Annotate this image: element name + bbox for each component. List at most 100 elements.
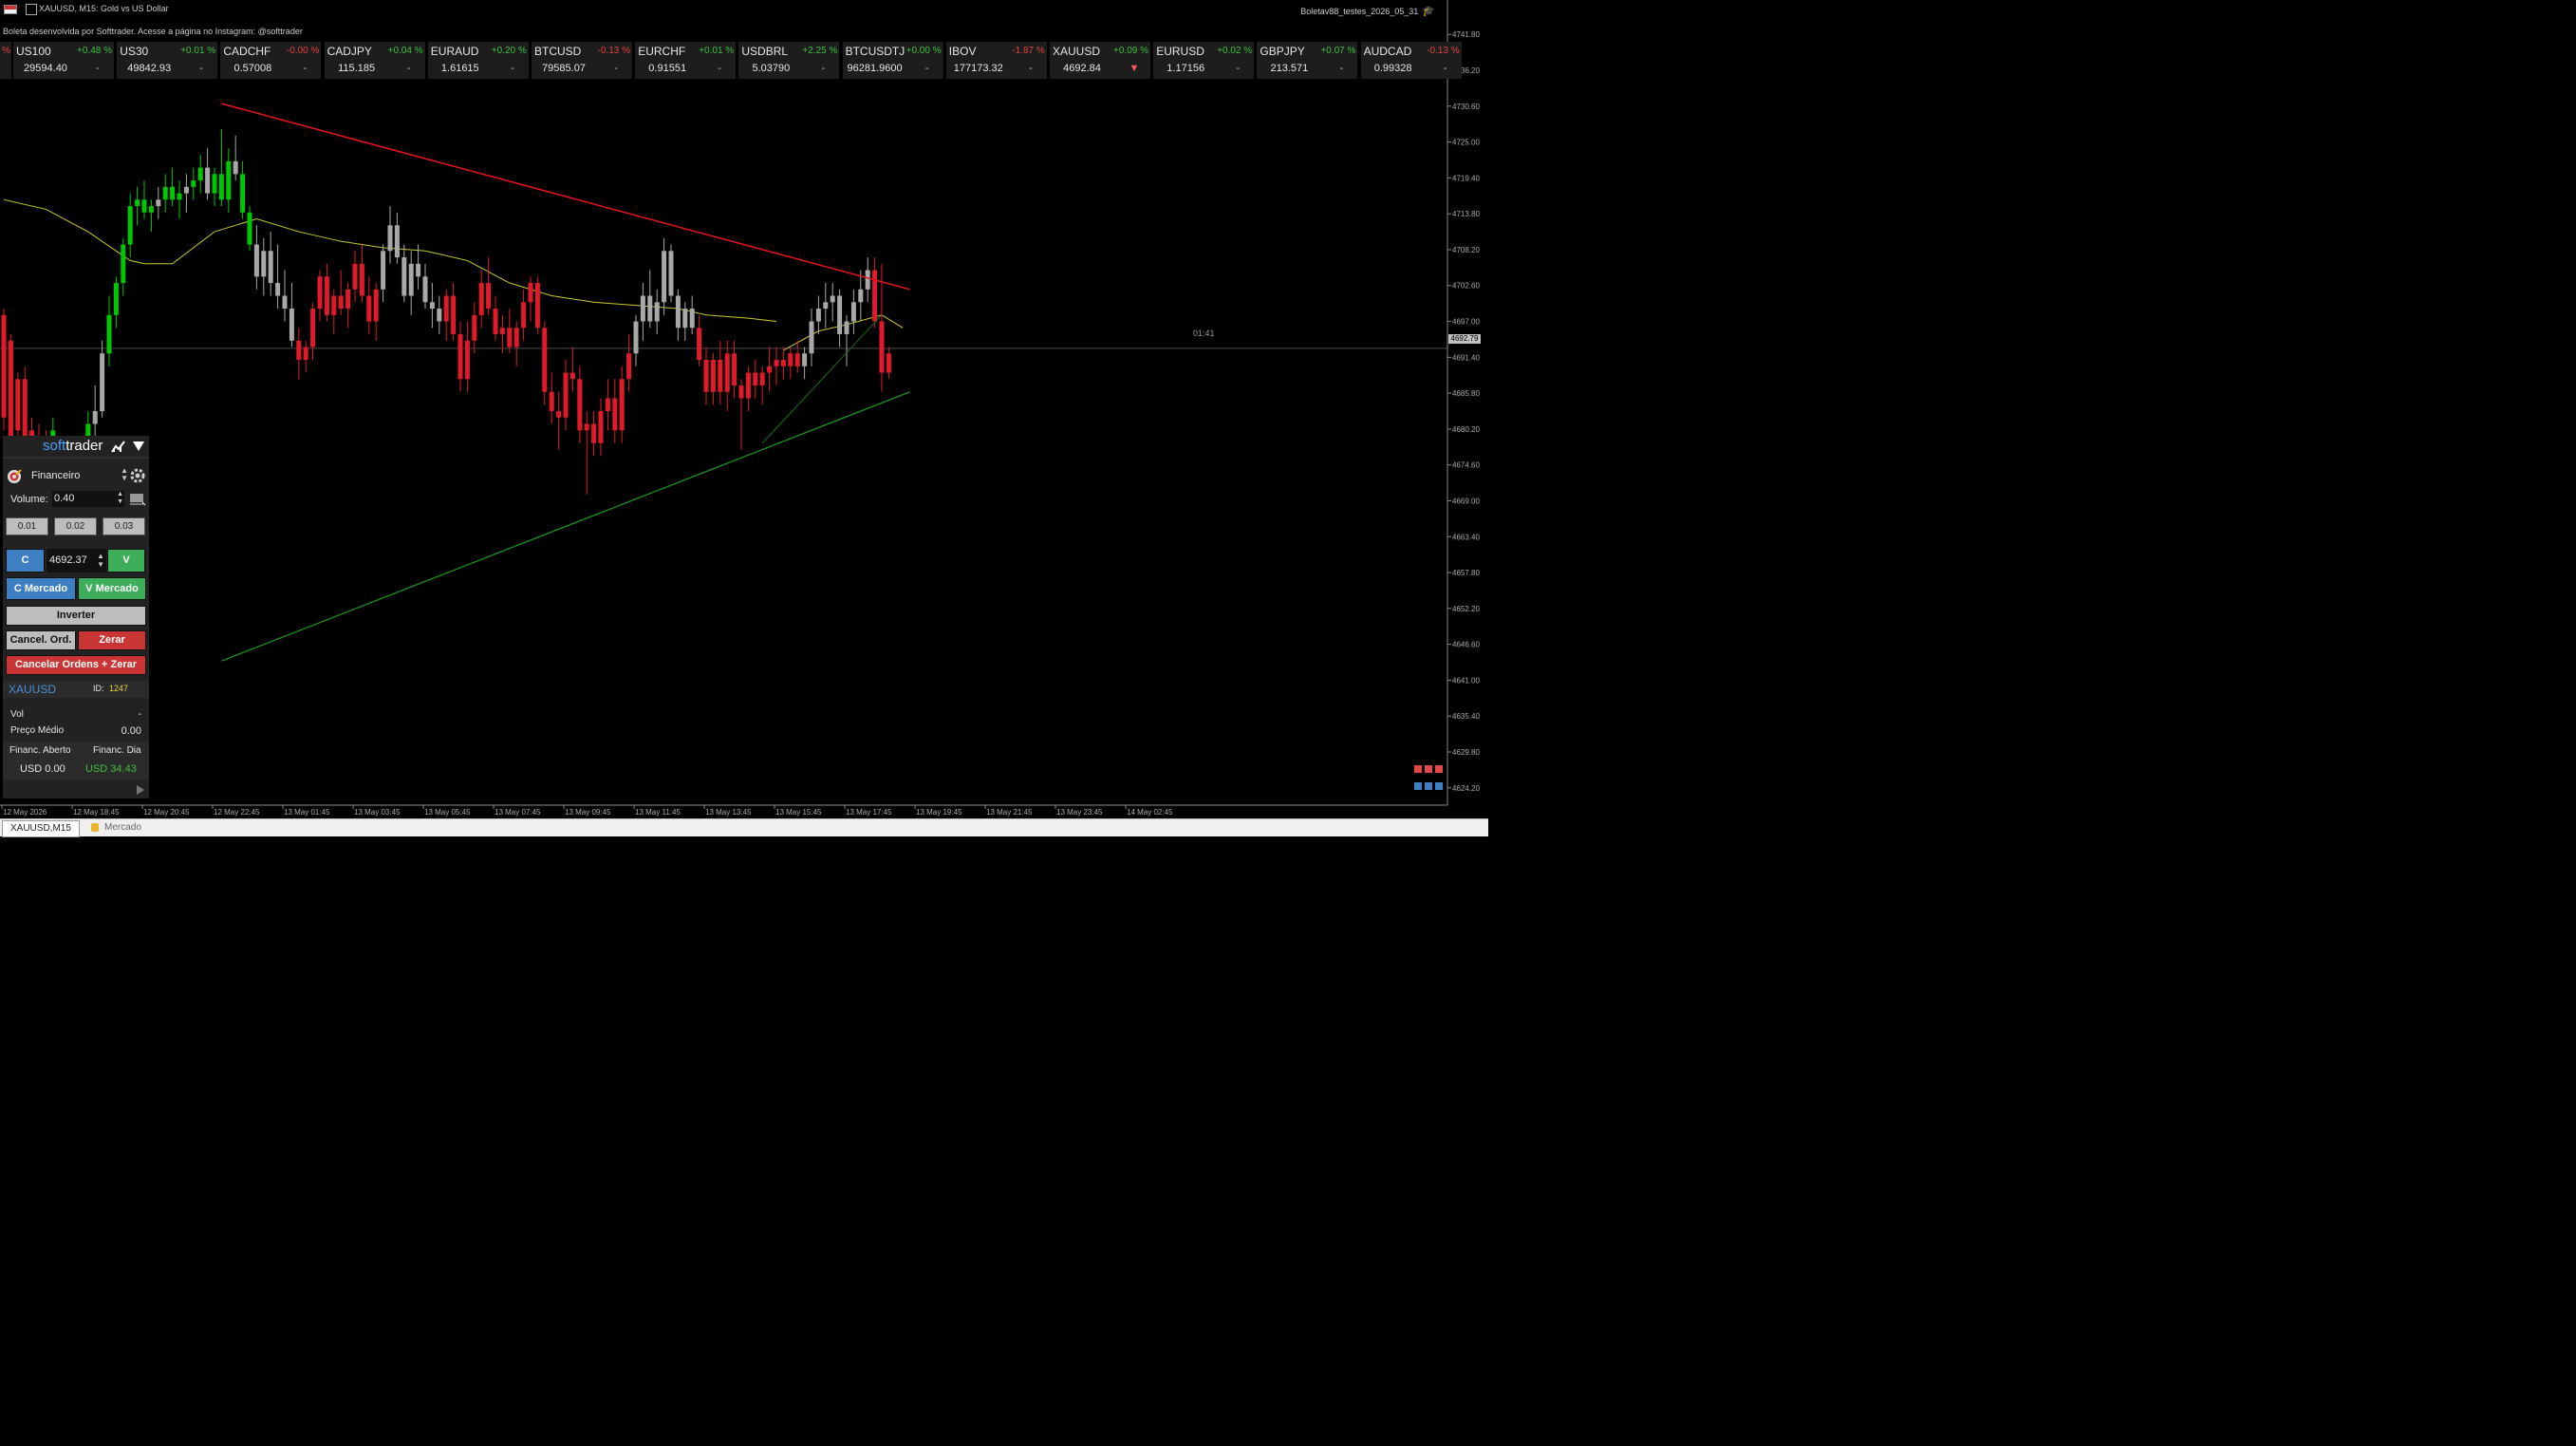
sell-limit-button[interactable]: V xyxy=(107,549,145,573)
ticker-tile[interactable]: BTCUSD -0.13 % 79585.07 - xyxy=(532,42,632,79)
candle-body xyxy=(127,206,133,245)
preset-003-button[interactable]: 0.03 xyxy=(103,517,145,535)
chart-logo-icon xyxy=(111,441,125,453)
price-chart[interactable]: 4741.804736.204730.604725.004719.404713.… xyxy=(0,0,1488,818)
cancel-orders-button[interactable]: Cancel. Ord. xyxy=(6,630,76,650)
candle-body xyxy=(759,372,765,386)
time-tick-label: 14 May 02:45 xyxy=(1127,808,1173,817)
preset-002-button[interactable]: 0.02 xyxy=(54,517,97,535)
ticker-tile[interactable]: US100 +0.48 % 29594.40 - xyxy=(13,42,114,79)
candle-body xyxy=(612,398,618,431)
lock-icon xyxy=(91,822,99,832)
window-title: XAUUSD, M15: Gold vs US Dollar xyxy=(39,4,169,13)
price-stepper-icon[interactable]: ▲ ▼ xyxy=(97,552,104,569)
ticker-change: +0.01 % xyxy=(699,46,735,56)
ticker-symbol: IBOV xyxy=(948,45,977,58)
tab-market[interactable]: Mercado xyxy=(91,820,141,836)
candle-body xyxy=(443,295,449,322)
candle-body xyxy=(177,193,182,200)
candle-body xyxy=(121,244,126,284)
candle-body xyxy=(815,309,821,322)
ticker-tile[interactable]: XAUUSD +0.09 % 4692.84 ▼ xyxy=(1050,42,1150,79)
candle-body xyxy=(486,283,492,310)
volume-label: Volume: xyxy=(10,494,48,505)
price-tick-label: 4730.60 xyxy=(1452,103,1480,111)
price-input[interactable]: 4692.37 ▲ ▼ xyxy=(47,549,106,573)
price-tick-label: 4691.40 xyxy=(1452,353,1480,362)
buy-market-button[interactable]: C Mercado xyxy=(6,577,76,600)
candle-body xyxy=(780,360,786,366)
candle-body xyxy=(718,360,723,392)
candle-body xyxy=(534,283,540,329)
expand-arrow-icon[interactable] xyxy=(136,785,145,795)
collapse-triangle-icon[interactable] xyxy=(133,441,144,452)
tab-xauusd[interactable]: XAUUSD,M15 xyxy=(2,820,80,837)
ticker-mark: - xyxy=(406,63,411,74)
ticker-tile[interactable]: US30 +0.01 % 49842.93 - xyxy=(117,42,218,79)
ticker-change: -1.87 % xyxy=(1012,46,1045,56)
ticker-symbol: BTCUSDTJ xyxy=(845,45,905,58)
price-tick-label: 4663.40 xyxy=(1452,533,1480,541)
time-axis: 12 May 2026 12 May 18:45 12 May 20:45 12 Ma… xyxy=(1,805,1173,817)
candle-body xyxy=(191,180,196,187)
candle-body xyxy=(275,283,281,296)
cancel-and-zero-button[interactable]: Cancelar Ordens + Zerar xyxy=(6,655,146,675)
ticker-mark: - xyxy=(1236,63,1241,74)
candle-body xyxy=(457,334,463,380)
volume-stepper-icon[interactable]: ▲ ▼ xyxy=(117,491,123,506)
gear-icon[interactable] xyxy=(130,468,145,483)
ticker-tile[interactable]: EURAUD +0.20 % 1.61615 - xyxy=(427,42,529,79)
ticker-price: 0.91551 xyxy=(648,63,687,74)
mode-select[interactable]: Financeiro ▲ ▼ xyxy=(26,467,128,484)
ticker-tile[interactable]: CADJPY +0.04 % 115.185 - xyxy=(324,42,425,79)
ticker-change: +2.25 % xyxy=(802,46,838,56)
price-axis: 4741.804736.204730.604725.004719.404713.… xyxy=(0,0,1480,806)
candle-body xyxy=(183,186,189,194)
candle-body xyxy=(324,276,329,315)
ticker-tile[interactable]: AUDCAD -0.13 % 0.99328 - xyxy=(1360,42,1462,79)
candle-body xyxy=(253,244,259,277)
zero-position-button[interactable]: Zerar xyxy=(78,630,146,650)
candle-body xyxy=(794,353,800,366)
ticker-tile[interactable]: GBPJPY +0.07 % 213.571 - xyxy=(1257,42,1358,79)
candle-body xyxy=(662,251,667,303)
candle-body xyxy=(830,295,835,303)
ticker-mark: - xyxy=(1028,63,1033,74)
ticker-tile[interactable]: IBOV -1.87 % 177173.32 - xyxy=(945,42,1047,79)
chart-subtitle: Boleta desenvolvida por Softtrader. Aces… xyxy=(3,27,303,36)
ticker-mark: - xyxy=(96,63,100,74)
ticker-symbol: US30 xyxy=(120,45,149,58)
candle-body xyxy=(858,289,864,303)
ticker-mark: - xyxy=(924,63,929,74)
ticker-symbol: EURUSD xyxy=(1156,45,1204,58)
fin-day-value: USD 34.43 xyxy=(85,763,137,775)
invert-button[interactable]: Inverter xyxy=(6,606,146,626)
time-tick-label: 12 May 2026 xyxy=(3,808,47,817)
price-tick-label: 4697.00 xyxy=(1452,318,1480,327)
time-tick-label: 13 May 17:45 xyxy=(846,808,892,817)
time-tick-label: 13 May 11:45 xyxy=(635,808,681,817)
price-tick-label: 4657.80 xyxy=(1452,569,1480,577)
ticker-tile[interactable]: CADCHF -0.00 % 0.57008 - xyxy=(220,42,322,79)
ticker-tile[interactable]: EURCHF +0.01 % 0.91551 - xyxy=(635,42,737,79)
candle-body xyxy=(521,302,527,329)
time-tick-label: 13 May 15:45 xyxy=(775,808,822,817)
candle-body xyxy=(472,314,477,341)
preset-001-button[interactable]: 0.01 xyxy=(6,517,48,535)
ticker-tile[interactable]: USDBRL +2.25 % 5.03790 - xyxy=(738,42,840,79)
ticker-price: 5.03790 xyxy=(752,63,791,74)
keyboard-icon[interactable] xyxy=(129,493,146,506)
ticker-tile[interactable]: EURUSD +0.02 % 1.17156 - xyxy=(1153,42,1255,79)
candle-body xyxy=(675,295,681,329)
corner-squares xyxy=(1414,765,1447,792)
symbol-label: XAUUSD xyxy=(9,683,57,696)
ticker-mark: - xyxy=(614,63,618,74)
volume-input[interactable]: 0.40 ▲ ▼ xyxy=(52,491,124,507)
ticker-mark: ▼ xyxy=(1129,63,1140,74)
ticker-tile[interactable]: BTCUSDTJ +0.00 % 96281.9600 - xyxy=(842,42,943,79)
sell-market-button[interactable]: V Mercado xyxy=(78,577,146,600)
buy-limit-button[interactable]: C xyxy=(6,549,45,573)
candle-body xyxy=(493,309,498,335)
candle-body xyxy=(682,309,688,329)
candle-body xyxy=(605,398,610,411)
